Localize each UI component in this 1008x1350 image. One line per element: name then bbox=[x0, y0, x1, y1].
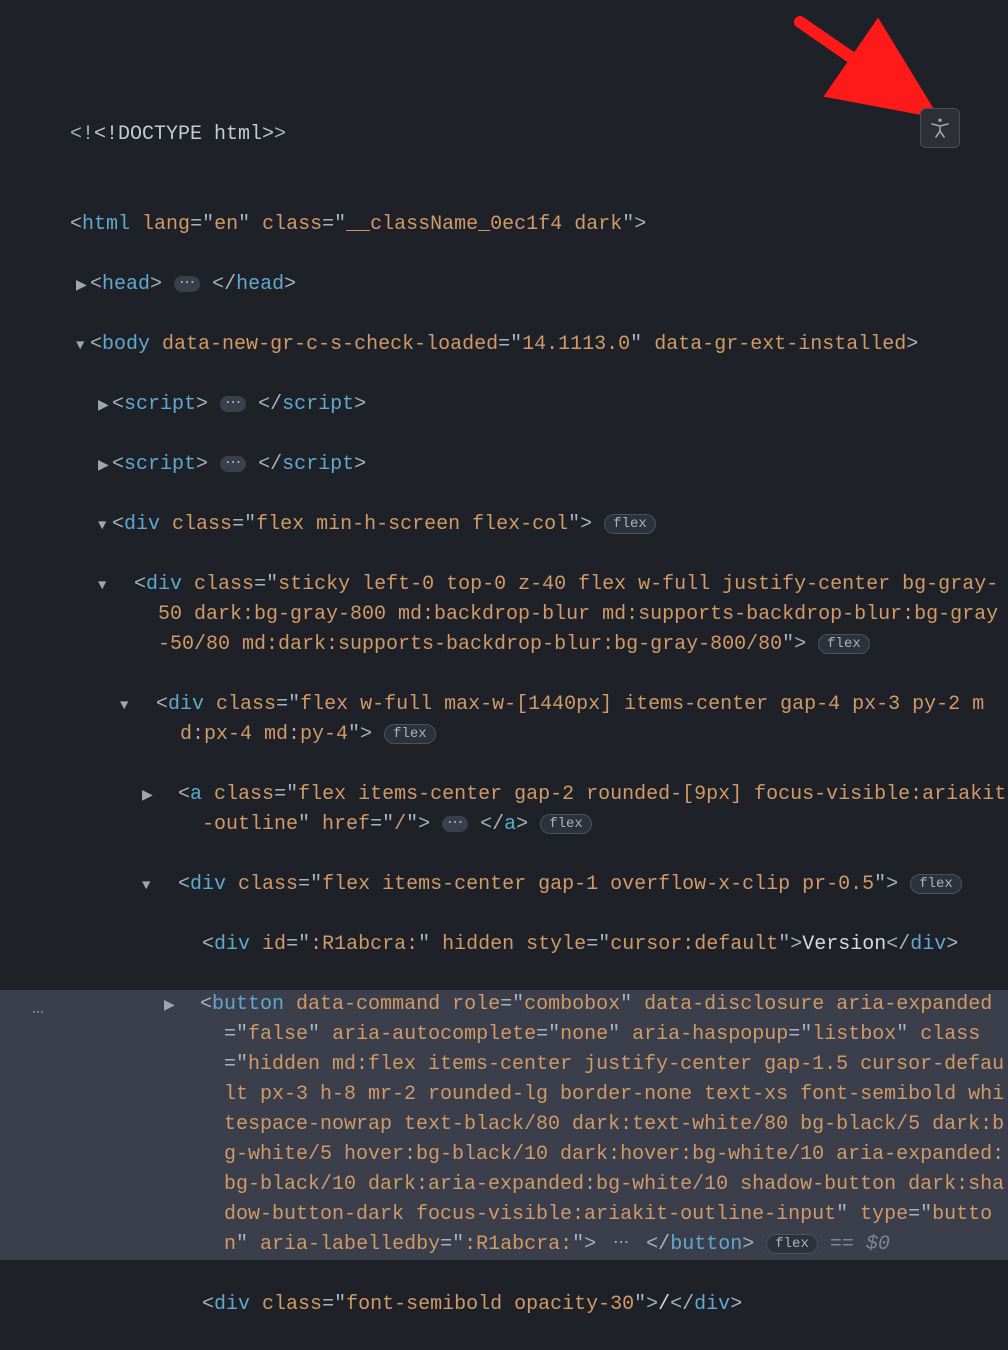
script-line-2[interactable]: ▶<script> ⋯ </script> bbox=[70, 450, 1008, 480]
accessibility-button[interactable] bbox=[920, 108, 960, 148]
div-slash-line[interactable]: <div class="font-semibold opacity-30">/<… bbox=[70, 1290, 1008, 1320]
ellipsis-icon[interactable]: ⋯ bbox=[220, 456, 246, 472]
flex-badge[interactable]: flex bbox=[604, 514, 656, 534]
selected-node[interactable]: ▶<button data-command role="combobox" da… bbox=[0, 990, 1008, 1260]
anchor-line[interactable]: ▶<a class="flex items-center gap-2 round… bbox=[70, 780, 1008, 840]
flex-badge[interactable]: flex bbox=[766, 1234, 818, 1254]
ellipsis-icon[interactable]: ⋯ bbox=[220, 396, 246, 412]
flex-badge[interactable]: flex bbox=[540, 814, 592, 834]
flex-badge[interactable]: flex bbox=[818, 634, 870, 654]
div-maxw-line[interactable]: ▼<div class="flex w-full max-w-[1440px] … bbox=[70, 690, 1008, 750]
flex-badge[interactable]: flex bbox=[384, 724, 436, 744]
script-line-1[interactable]: ▶<script> ⋯ </script> bbox=[70, 390, 1008, 420]
console-ref: == $0 bbox=[830, 1233, 890, 1256]
head-tag-line[interactable]: ▶<head> ⋯ </head> bbox=[70, 270, 1008, 300]
div-overflow-line[interactable]: ▼<div class="flex items-center gap-1 ove… bbox=[70, 870, 1008, 900]
accessibility-icon bbox=[928, 116, 952, 140]
div-sticky-line[interactable]: ▼<div class="sticky left-0 top-0 z-40 fl… bbox=[70, 570, 1008, 660]
dom-tree-view: <!<!DOCTYPE html>> document.querySelecto… bbox=[0, 0, 1008, 1350]
ellipsis-icon[interactable]: ⋯ bbox=[608, 1236, 634, 1252]
body-tag-line[interactable]: ▼<body data-new-gr-c-s-check-loaded="14.… bbox=[70, 330, 1008, 360]
div-version-line[interactable]: <div id=":R1abcra:" hidden style="cursor… bbox=[70, 930, 1008, 960]
div-flex-col-line[interactable]: ▼<div class="flex min-h-screen flex-col"… bbox=[70, 510, 1008, 540]
ellipsis-icon[interactable]: ⋯ bbox=[174, 276, 200, 292]
html-tag-line[interactable]: <html lang="en" class="__className_0ec1f… bbox=[70, 210, 1008, 240]
doctype-line: <!<!DOCTYPE html>> bbox=[70, 120, 1008, 150]
ellipsis-icon[interactable]: ⋯ bbox=[442, 816, 468, 832]
flex-badge[interactable]: flex bbox=[910, 874, 962, 894]
